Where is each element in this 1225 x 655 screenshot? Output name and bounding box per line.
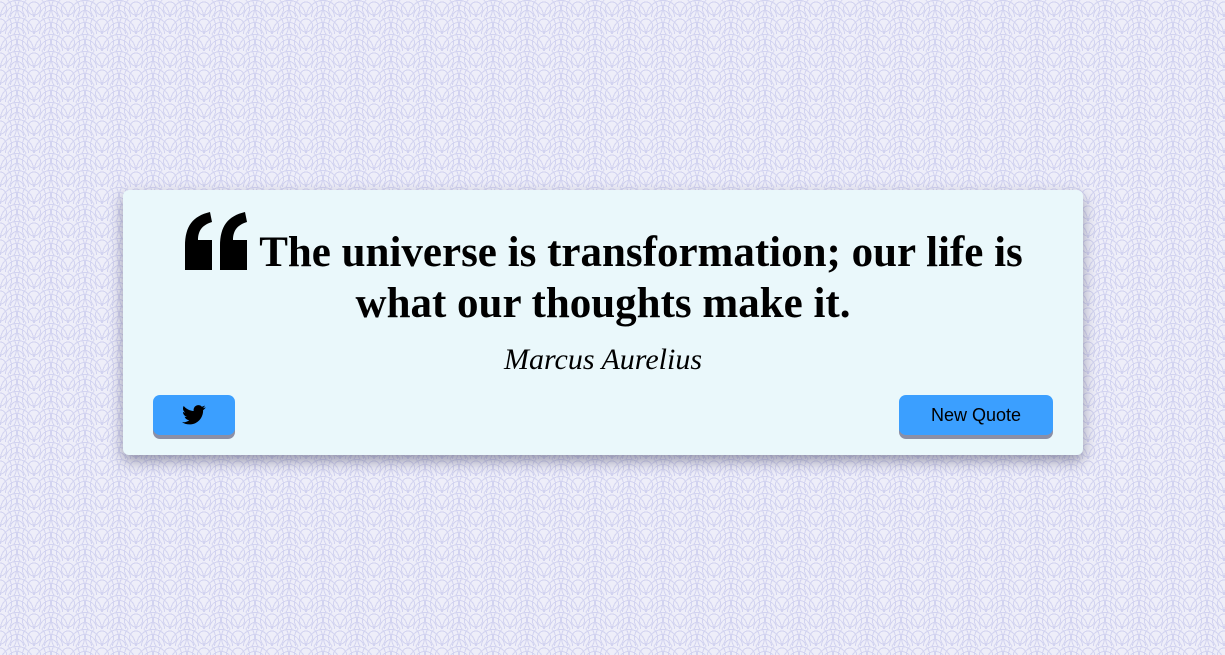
quote-author: Marcus Aurelius <box>503 343 703 376</box>
new-quote-button[interactable]: New Quote <box>899 395 1053 435</box>
quote-text: The universe is transformation; our life… <box>259 229 1023 327</box>
quote-left-icon <box>183 212 249 270</box>
twitter-icon <box>153 405 235 425</box>
quote-block: The universe is transformation; our life… <box>163 212 1043 329</box>
quote-card: The universe is transformation; our life… <box>123 190 1083 455</box>
tweet-quote-button[interactable] <box>153 395 235 435</box>
